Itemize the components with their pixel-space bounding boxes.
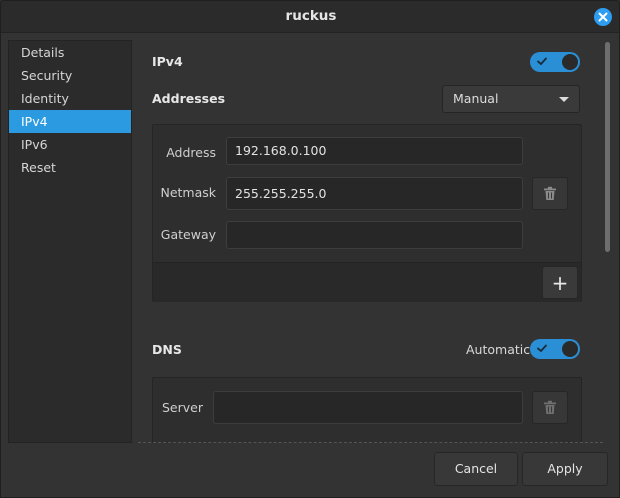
ipv4-enable-switch[interactable] <box>530 52 580 72</box>
server-label: Server <box>162 400 203 415</box>
addresses-panel: Address 192.168.0.100 Netmask 255.255.25… <box>152 124 582 302</box>
delete-dns-server-button[interactable] <box>532 391 568 424</box>
delete-address-button[interactable] <box>532 177 568 210</box>
switch-knob <box>562 54 578 70</box>
add-address-button[interactable]: + <box>542 266 578 299</box>
checkmark-icon <box>537 57 547 66</box>
sidebar-item-identity[interactable]: Identity <box>9 87 131 110</box>
cancel-button[interactable]: Cancel <box>434 452 518 486</box>
ipv4-heading: IPv4 <box>152 54 183 69</box>
close-icon <box>598 12 608 22</box>
sidebar-item-ipv4[interactable]: IPv4 <box>9 110 131 133</box>
ipv4-settings-pane: IPv4 Addresses Manual Address 192.168.0.… <box>138 33 602 443</box>
addresses-heading: Addresses <box>152 91 226 106</box>
gateway-input[interactable] <box>226 221 523 249</box>
ipv4-method-value: Manual <box>453 91 499 106</box>
chevron-down-icon <box>559 97 569 102</box>
sidebar-item-ipv6[interactable]: IPv6 <box>9 133 131 156</box>
netmask-label: Netmask <box>160 185 216 200</box>
scrollbar[interactable] <box>603 40 611 443</box>
ipv4-method-select[interactable]: Manual <box>442 85 580 113</box>
sidebar-item-security[interactable]: Security <box>9 64 131 87</box>
gateway-label: Gateway <box>160 227 216 242</box>
dns-panel: Server <box>152 377 582 443</box>
titlebar: ruckus <box>1 1 619 33</box>
trash-icon <box>544 186 556 200</box>
addresses-panel-footer: + <box>153 262 581 302</box>
plus-icon: + <box>551 270 569 295</box>
connection-editor-window: ruckus Details Security Identity IPv4 IP… <box>0 0 620 498</box>
checkmark-icon <box>537 344 547 353</box>
address-label: Address <box>166 145 216 160</box>
dns-server-input[interactable] <box>213 391 523 424</box>
sidebar: Details Security Identity IPv4 IPv6 Rese… <box>8 40 132 443</box>
sidebar-item-details[interactable]: Details <box>9 41 131 64</box>
apply-button[interactable]: Apply <box>522 452 608 486</box>
window-title: ruckus <box>285 8 337 24</box>
address-input[interactable]: 192.168.0.100 <box>226 137 523 165</box>
scrollbar-thumb[interactable] <box>605 42 610 252</box>
close-button[interactable] <box>594 8 612 26</box>
dns-automatic-label: Automatic <box>466 342 531 357</box>
sidebar-item-reset[interactable]: Reset <box>9 156 131 179</box>
dialog-action-bar: Cancel Apply <box>1 443 619 497</box>
trash-icon <box>544 400 556 414</box>
dns-automatic-switch[interactable] <box>530 339 580 359</box>
netmask-input[interactable]: 255.255.255.0 <box>226 177 523 210</box>
switch-knob <box>562 341 578 357</box>
dns-heading: DNS <box>152 342 182 357</box>
